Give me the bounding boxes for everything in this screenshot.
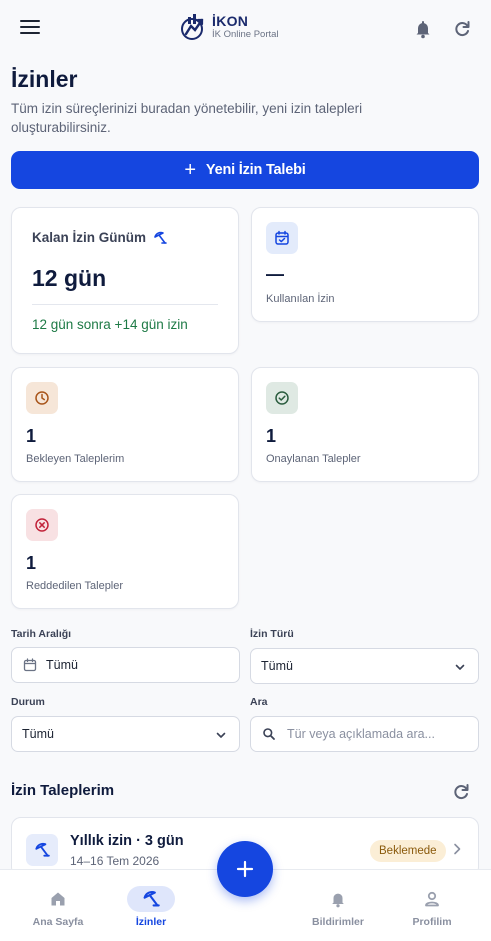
- approved-requests-card: 1 Onaylanan Talepler: [251, 367, 479, 482]
- status-select[interactable]: Tümü: [11, 716, 240, 752]
- used-leave-label: Kullanılan İzin: [266, 293, 335, 305]
- nav-label: Bildirimler: [312, 916, 364, 928]
- status-value: Tümü: [22, 727, 54, 741]
- leave-type-label: İzin Türü: [250, 628, 294, 640]
- logo-subtitle: İK Online Portal: [212, 29, 279, 41]
- chevron-down-icon: [216, 732, 226, 738]
- status-badge: Beklemede: [370, 840, 446, 862]
- calendar-check-icon: [266, 222, 298, 254]
- page-title: İzinler: [11, 66, 78, 92]
- plus-icon: [236, 860, 254, 878]
- bell-icon[interactable]: [413, 19, 433, 39]
- nav-item-leaves[interactable]: İzinler: [106, 870, 196, 941]
- remaining-leave-value: 12 gün: [32, 265, 107, 291]
- approved-requests-value: 1: [266, 426, 277, 446]
- page-description: Tüm izin süreçlerinizi buradan yönetebil…: [11, 101, 363, 135]
- nav-label: Profilim: [412, 916, 452, 928]
- rejected-requests-label: Reddedilen Talepler: [26, 580, 124, 592]
- new-leave-request-button[interactable]: + Yeni İzin Talebi: [11, 151, 479, 189]
- nav-item-profile[interactable]: Profilim: [387, 870, 477, 941]
- chevron-right-icon: [454, 843, 461, 855]
- next-accrual-text: 12 gün sonra +14 gün izin: [32, 317, 188, 332]
- requests-section-title: İzin Taleplerim: [11, 782, 115, 799]
- chevron-down-icon: [455, 664, 465, 670]
- remaining-leave-header: Kalan İzin Günüm: [32, 230, 167, 245]
- nav-item-home[interactable]: Ana Sayfa: [13, 870, 103, 941]
- add-leave-fab[interactable]: [217, 841, 273, 897]
- menu-icon[interactable]: [20, 20, 42, 38]
- status-label: Durum: [11, 696, 45, 708]
- beach-umbrella-icon: [127, 886, 175, 912]
- beach-umbrella-icon: [154, 231, 167, 244]
- app-logo: İKON İK Online Portal: [178, 12, 279, 42]
- plus-icon: +: [184, 159, 196, 181]
- pending-requests-label: Bekleyen Taleplerim: [26, 453, 125, 465]
- remaining-leave-card: Kalan İzin Günüm 12 gün 12 gün sonra +14…: [11, 207, 239, 354]
- nav-label: İzinler: [135, 916, 167, 928]
- leave-type-select[interactable]: Tümü: [250, 648, 479, 684]
- date-range-label: Tarih Aralığı: [11, 628, 72, 640]
- calendar-icon: [23, 658, 37, 672]
- x-circle-icon: [26, 509, 58, 541]
- search-label: Ara: [250, 696, 268, 708]
- bell-icon: [314, 886, 362, 912]
- rejected-requests-card: 1 Reddedilen Talepler: [11, 494, 239, 609]
- nav-item-notifications[interactable]: Bildirimler: [293, 870, 383, 941]
- user-icon: [408, 886, 456, 912]
- used-leave-value: —: [266, 264, 284, 284]
- search-input[interactable]: Tür veya açıklamada ara...: [250, 716, 479, 752]
- top-bar: İKON İK Online Portal: [0, 0, 491, 58]
- logo-icon: [181, 14, 204, 40]
- logo-title: İKON: [212, 13, 249, 30]
- date-range-field[interactable]: Tümü: [11, 647, 240, 683]
- pending-requests-value: 1: [26, 426, 37, 446]
- nav-label: Ana Sayfa: [32, 916, 84, 928]
- rejected-requests-value: 1: [26, 553, 37, 573]
- search-placeholder: Tür veya açıklamada ara...: [287, 727, 435, 741]
- used-leave-card: — Kullanılan İzin: [251, 207, 479, 322]
- refresh-icon[interactable]: [451, 782, 471, 802]
- pending-requests-card: 1 Bekleyen Taleplerim: [11, 367, 239, 482]
- divider: [32, 304, 218, 305]
- clock-icon: [26, 382, 58, 414]
- date-range-value: Tümü: [46, 658, 78, 672]
- leave-request-title: Yıllık izin · 3 gün: [70, 833, 184, 849]
- leave-type-value: Tümü: [261, 659, 293, 673]
- leave-request-dates: 14–16 Tem 2026: [70, 854, 160, 868]
- search-icon: [263, 728, 275, 740]
- home-icon: [34, 886, 82, 912]
- approved-requests-label: Onaylanan Talepler: [266, 453, 361, 465]
- remaining-leave-label: Kalan İzin Günüm: [32, 230, 147, 245]
- check-circle-icon: [266, 382, 298, 414]
- new-leave-request-label: Yeni İzin Talebi: [205, 162, 306, 178]
- refresh-icon[interactable]: [452, 19, 472, 39]
- beach-umbrella-icon: [26, 834, 58, 866]
